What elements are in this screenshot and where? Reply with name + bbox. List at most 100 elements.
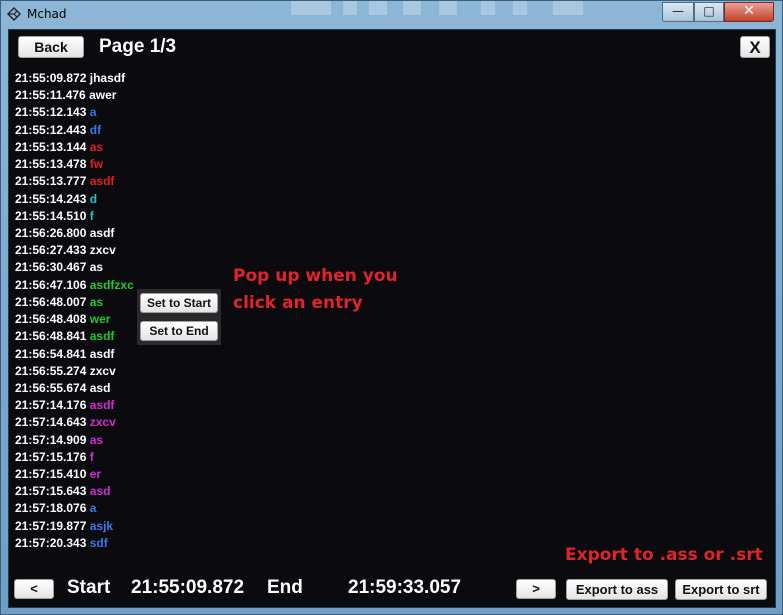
- entry-text: f: [89, 449, 94, 464]
- entry-text: df: [89, 122, 102, 137]
- entry-text: as: [89, 294, 104, 309]
- entry-row[interactable]: 21:55:09.872 jhasdf: [15, 70, 134, 87]
- entry-row[interactable]: 21:56:54.841 asdf: [15, 346, 134, 363]
- entry-timestamp: 21:55:14.510: [15, 208, 87, 223]
- end-time-value: 21:59:33.057: [348, 577, 462, 598]
- entry-text: zxcv: [89, 243, 116, 258]
- entry-row[interactable]: 21:56:27.433 zxcv: [15, 242, 134, 259]
- entry-timestamp: 21:56:54.841: [15, 346, 87, 361]
- entry-row[interactable]: 21:57:15.643 asd: [15, 483, 134, 500]
- previous-page-button[interactable]: <: [14, 579, 54, 599]
- entry-row[interactable]: 21:56:48.841 asdf: [15, 328, 134, 345]
- minimize-icon: —: [672, 4, 684, 18]
- entry-timestamp: 21:55:13.144: [15, 139, 87, 154]
- popup-annotation-line-1: Pop up when you: [233, 266, 398, 286]
- entry-timestamp: 21:56:48.408: [15, 312, 87, 327]
- start-time-value: 21:55:09.872: [131, 577, 245, 598]
- entry-timestamp: 21:55:12.143: [15, 105, 87, 120]
- set-to-start-button[interactable]: Set to Start: [140, 293, 218, 313]
- entry-row[interactable]: 21:57:19.877 asjk: [15, 518, 134, 535]
- entry-row[interactable]: 21:55:12.443 df: [15, 122, 134, 139]
- entry-row[interactable]: 21:55:12.143 a: [15, 104, 134, 121]
- maximize-icon: □: [703, 4, 715, 18]
- entry-timestamp: 21:56:55.274: [15, 363, 87, 378]
- export-ass-button[interactable]: Export to ass: [566, 579, 668, 600]
- footer-bar: < Start 21:55:09.872 End 21:59:33.057 > …: [9, 572, 775, 602]
- entry-row[interactable]: 21:57:15.176 f: [15, 449, 134, 466]
- entry-timestamp: 21:55:13.478: [15, 157, 87, 172]
- entry-timestamp: 21:55:11.476: [15, 88, 86, 103]
- entry-row[interactable]: 21:55:11.476 awer: [15, 87, 134, 104]
- entry-timestamp: 21:55:14.243: [15, 191, 87, 206]
- entry-text: asdf: [89, 346, 115, 361]
- entry-text: asdf: [89, 174, 115, 189]
- entry-row[interactable]: 21:57:14.176 asdf: [15, 397, 134, 414]
- entry-text: wer: [89, 312, 111, 327]
- entry-row[interactable]: 21:55:13.144 as: [15, 139, 134, 156]
- unity-logo-icon: [7, 7, 21, 21]
- window-close-button[interactable]: ✕: [724, 2, 774, 22]
- entry-text: zxcv: [89, 363, 116, 378]
- entry-list: 21:55:09.872 jhasdf 21:55:11.476 awer 21:5…: [15, 70, 134, 552]
- entry-timestamp: 21:56:48.841: [15, 329, 87, 344]
- entry-row[interactable]: 21:57:20.343 sdf: [15, 535, 134, 552]
- entry-timestamp: 21:56:26.800: [15, 225, 87, 240]
- entry-row[interactable]: 21:57:18.076 a: [15, 500, 134, 517]
- entry-popup-menu: Set to Start Set to End: [137, 289, 221, 345]
- entry-text: a: [89, 105, 97, 120]
- entry-row[interactable]: 21:57:14.643 zxcv: [15, 414, 134, 431]
- window-title: Mchad: [27, 7, 67, 21]
- entry-timestamp: 21:57:15.176: [15, 449, 87, 464]
- maximize-button[interactable]: □: [694, 2, 724, 22]
- entry-row[interactable]: 21:56:30.467 as: [15, 259, 134, 276]
- entry-timestamp: 21:55:09.872: [15, 71, 87, 85]
- entry-row[interactable]: 21:55:14.243 d: [15, 191, 134, 208]
- entry-row[interactable]: 21:55:13.478 fw: [15, 156, 134, 173]
- entry-row[interactable]: 21:56:48.007 as: [15, 294, 134, 311]
- entry-timestamp: 21:57:14.909: [15, 432, 87, 447]
- entry-text: asdf: [89, 329, 115, 344]
- start-label: Start: [67, 577, 111, 598]
- entry-text: asjk: [89, 518, 114, 533]
- entry-text: f: [89, 208, 94, 223]
- end-label: End: [267, 577, 303, 598]
- export-annotation: Export to .ass or .srt: [565, 545, 763, 565]
- set-to-end-button[interactable]: Set to End: [140, 321, 218, 341]
- entry-text: er: [89, 467, 102, 482]
- entry-text: d: [89, 191, 98, 206]
- minimize-button[interactable]: —: [662, 2, 694, 22]
- entry-row[interactable]: 21:57:14.909 as: [15, 432, 134, 449]
- close-panel-button[interactable]: X: [740, 36, 770, 58]
- entry-text: as: [89, 432, 104, 447]
- next-page-button[interactable]: >: [516, 579, 556, 599]
- entry-text: asdf: [89, 225, 115, 240]
- background-window-strip: [291, 1, 631, 15]
- app-client-area: Back Page 1/3 X 21:55:09.872 jhasdf 21:55…: [8, 29, 776, 608]
- entry-text: jhasdf: [89, 71, 126, 85]
- entry-timestamp: 21:57:15.643: [15, 484, 87, 499]
- entry-text: as: [89, 260, 104, 275]
- entry-row[interactable]: 21:57:15.410 er: [15, 466, 134, 483]
- entry-text: asd: [89, 380, 111, 395]
- entry-timestamp: 21:55:13.777: [15, 174, 87, 189]
- entry-row[interactable]: 21:56:47.106 asdfzxc: [15, 277, 134, 294]
- entry-row[interactable]: 21:55:14.510 f: [15, 208, 134, 225]
- entry-row[interactable]: 21:56:55.674 asd: [15, 380, 134, 397]
- entry-timestamp: 21:56:27.433: [15, 243, 87, 258]
- close-icon: ✕: [743, 3, 755, 19]
- entry-timestamp: 21:57:18.076: [15, 501, 87, 516]
- entry-row[interactable]: 21:56:48.408 wer: [15, 311, 134, 328]
- entry-timestamp: 21:57:19.877: [15, 518, 87, 533]
- entry-timestamp: 21:57:20.343: [15, 535, 87, 550]
- title-bar[interactable]: Mchad — □ ✕: [1, 1, 782, 29]
- entry-row[interactable]: 21:56:55.274 zxcv: [15, 363, 134, 380]
- export-srt-button[interactable]: Export to srt: [675, 579, 767, 600]
- entry-row[interactable]: 21:55:13.777 asdf: [15, 173, 134, 190]
- entry-timestamp: 21:56:30.467: [15, 260, 87, 275]
- entry-timestamp: 21:56:48.007: [15, 294, 87, 309]
- back-button[interactable]: Back: [18, 36, 84, 58]
- entry-timestamp: 21:57:14.176: [15, 398, 87, 413]
- entry-timestamp: 21:57:15.410: [15, 467, 87, 482]
- entry-row[interactable]: 21:56:26.800 asdf: [15, 225, 134, 242]
- entry-text: asd: [89, 484, 111, 499]
